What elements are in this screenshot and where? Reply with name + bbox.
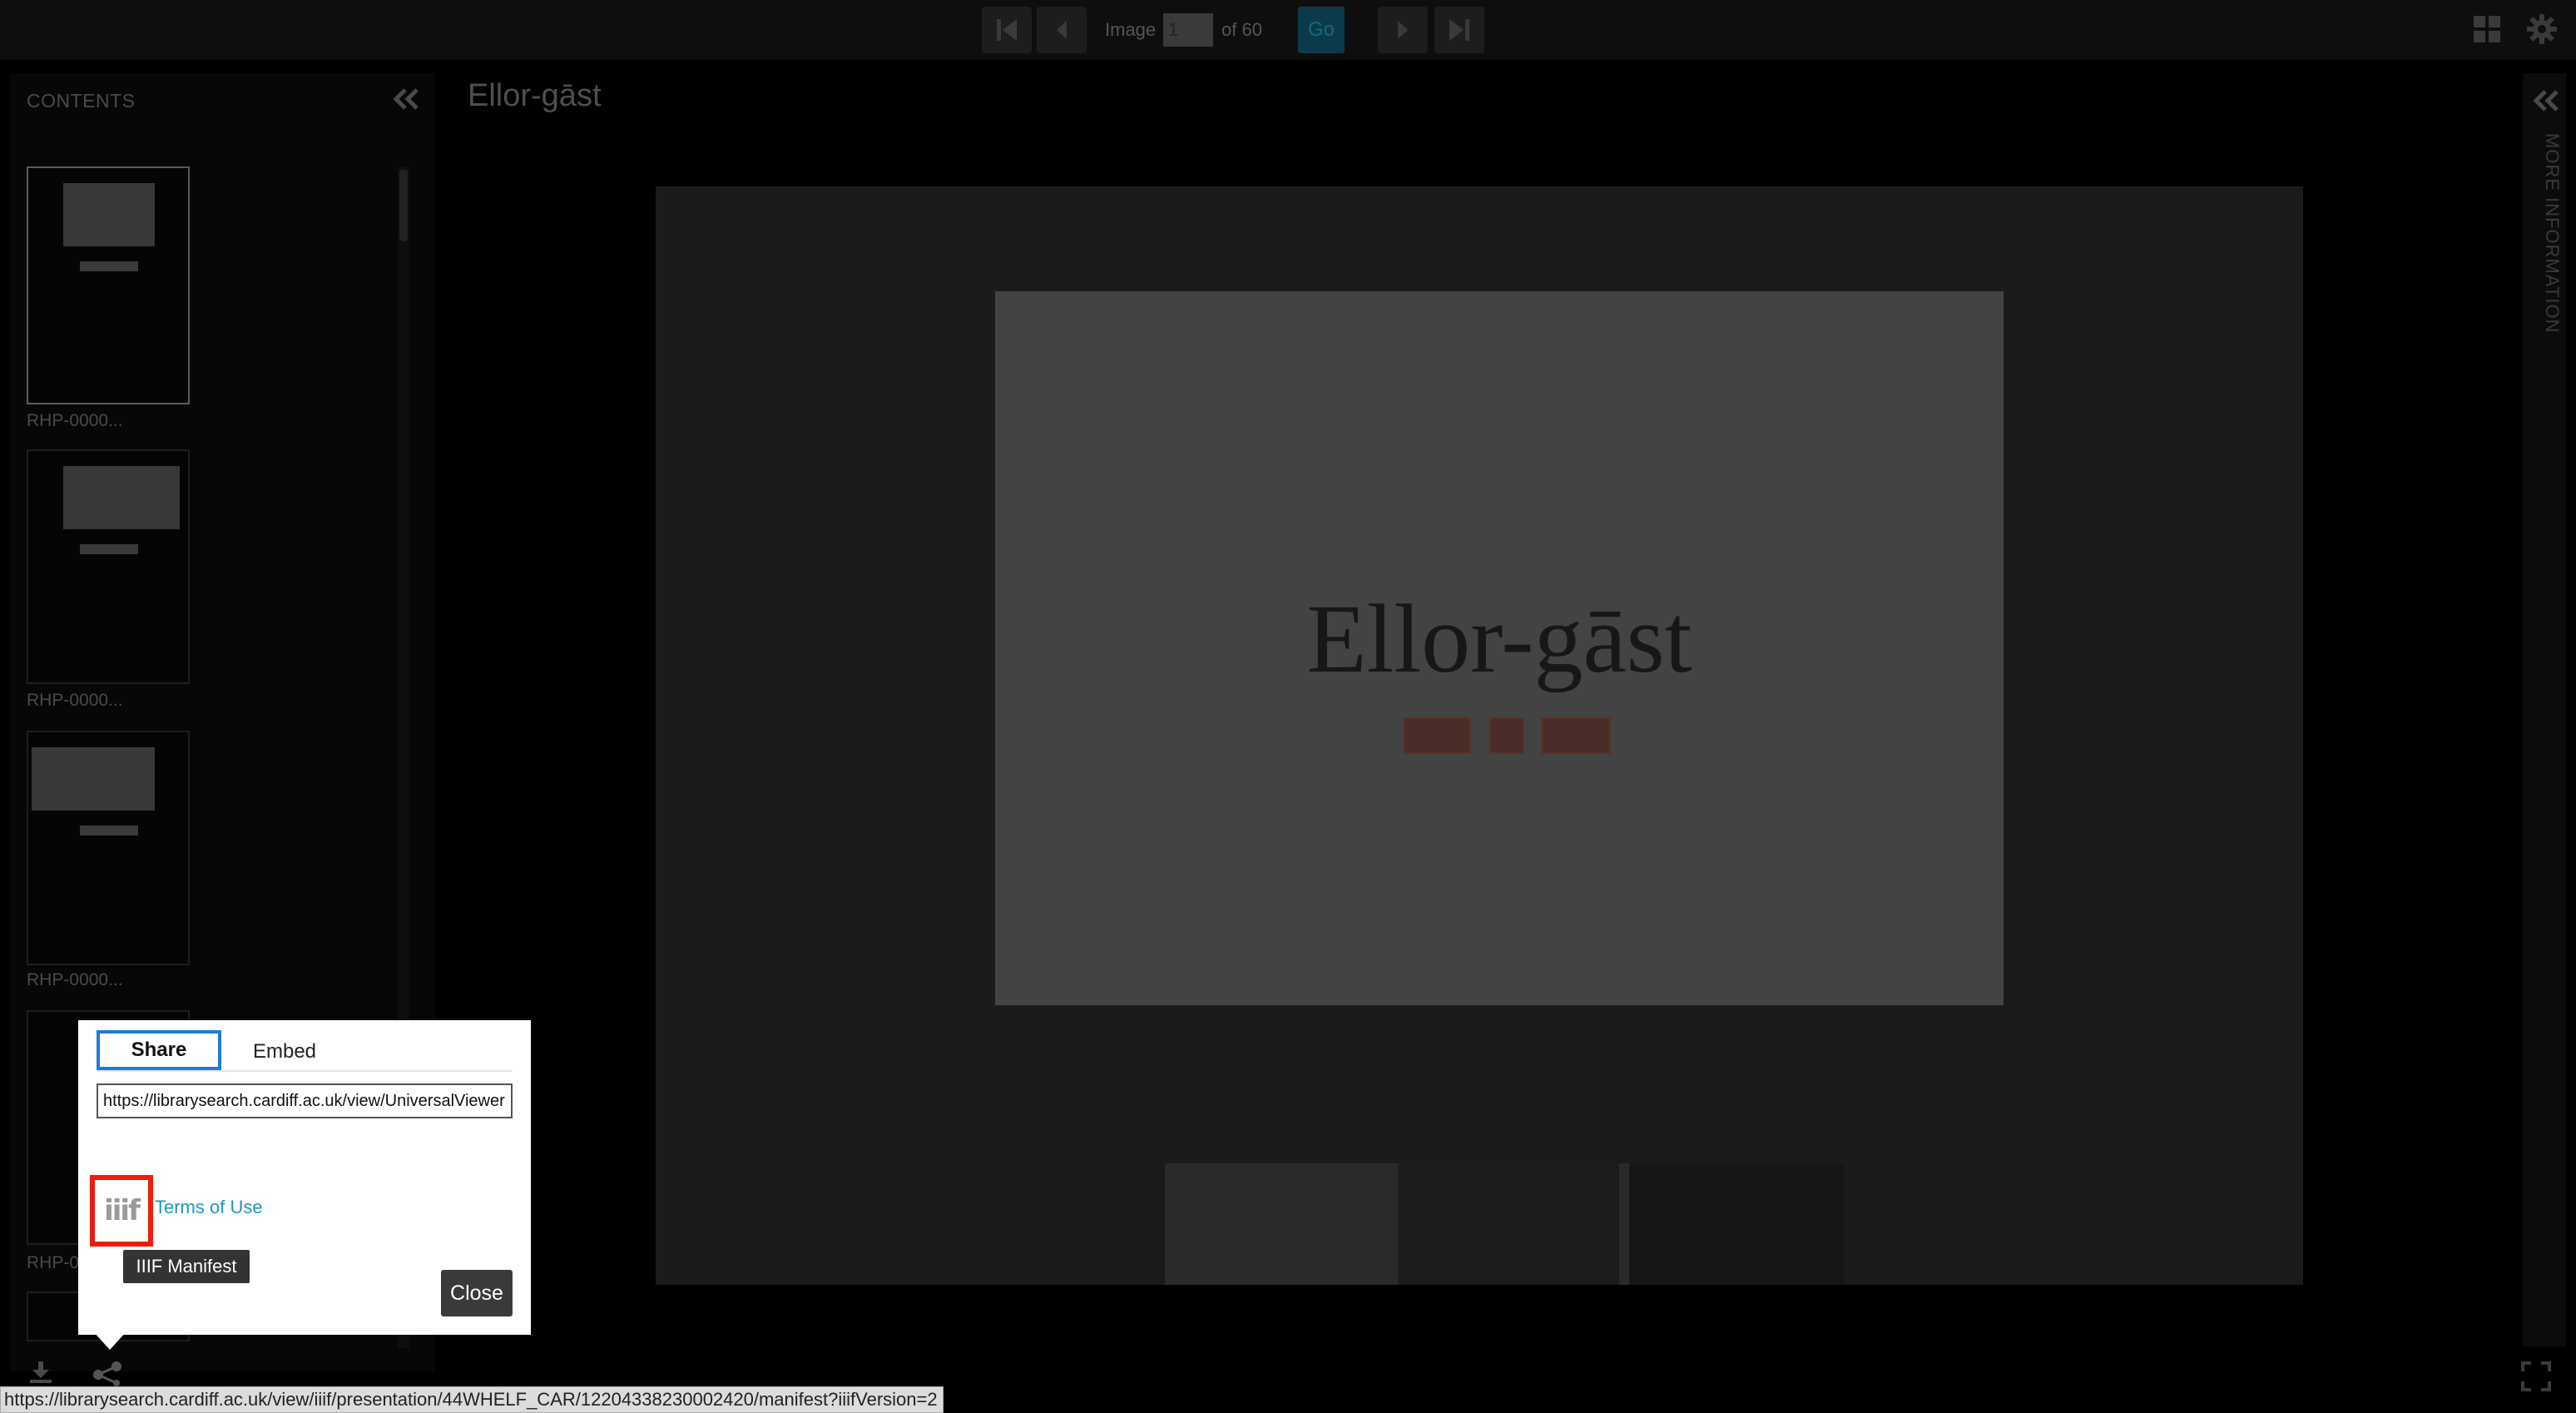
iiif-manifest-button[interactable]: iiif	[90, 1175, 153, 1247]
page-image-title: Ellor-gāst	[1306, 584, 1692, 693]
image-label: Image	[1105, 19, 1157, 40]
collapse-contents-button[interactable]	[391, 87, 424, 120]
gear-icon	[2527, 14, 2557, 44]
prev-page-button[interactable]	[1037, 7, 1087, 53]
thumbnail-label: RHP-0	[27, 1253, 80, 1272]
next-page-button[interactable]	[1378, 7, 1428, 53]
share-url-input[interactable]	[97, 1083, 513, 1118]
download-button[interactable]	[28, 1361, 53, 1389]
expand-more-info-button[interactable]	[2531, 88, 2561, 117]
next-page-icon	[1398, 21, 1408, 39]
iiif-logo-icon: iiif	[104, 1194, 141, 1227]
page-image-strip	[1398, 1163, 1619, 1285]
red-stamp	[1541, 717, 1611, 754]
tab-share[interactable]: Share	[97, 1030, 221, 1070]
close-button[interactable]: Close	[441, 1270, 513, 1316]
red-stamp	[1489, 717, 1524, 754]
thumbnail-item[interactable]	[27, 731, 190, 965]
download-icon	[30, 1361, 52, 1383]
collapse-left-icon	[393, 88, 419, 110]
top-toolbar	[0, 0, 2576, 60]
page-count-label: of 60	[1221, 19, 1262, 40]
last-page-icon	[1449, 19, 1469, 41]
status-bar-url: https://librarysearch.cardiff.ac.uk/view…	[0, 1386, 944, 1413]
fullscreen-icon	[2521, 1361, 2551, 1391]
contents-title: CONTENTS	[27, 90, 136, 112]
first-page-button[interactable]	[982, 7, 1032, 53]
share-icon	[93, 1361, 121, 1386]
dialog-pointer	[93, 1331, 126, 1350]
go-button[interactable]: Go	[1298, 7, 1345, 53]
thumbnail-item[interactable]	[27, 449, 190, 684]
page-title: Ellor-gāst	[468, 78, 602, 113]
fullscreen-button[interactable]	[2521, 1361, 2554, 1395]
page-image-strip	[1629, 1163, 1844, 1285]
last-page-button[interactable]	[1434, 7, 1484, 53]
thumbnail-item[interactable]	[27, 166, 190, 404]
page-number-input[interactable]	[1163, 13, 1213, 47]
thumbnail-label: RHP-0000...	[27, 970, 123, 989]
prev-page-icon	[1057, 21, 1067, 39]
thumbnail-scroll-handle[interactable]	[399, 170, 408, 241]
more-information-label[interactable]: MORE INFORMATION	[2529, 133, 2563, 350]
tab-divider	[97, 1070, 513, 1072]
iiif-manifest-tooltip: IIIF Manifest	[123, 1250, 250, 1283]
tab-embed[interactable]: Embed	[235, 1034, 334, 1070]
first-page-icon	[997, 19, 1017, 41]
thumbnail-label: RHP-0000...	[27, 691, 123, 710]
thumbnail-label: RHP-0000...	[27, 411, 123, 430]
terms-of-use-link[interactable]: Terms of Use	[155, 1197, 263, 1218]
grid-view-icon	[2474, 16, 2500, 42]
settings-button[interactable]	[2526, 13, 2558, 49]
red-stamp	[1403, 717, 1471, 754]
collapse-right-icon	[2533, 90, 2559, 112]
grid-view-button[interactable]	[2473, 15, 2501, 47]
